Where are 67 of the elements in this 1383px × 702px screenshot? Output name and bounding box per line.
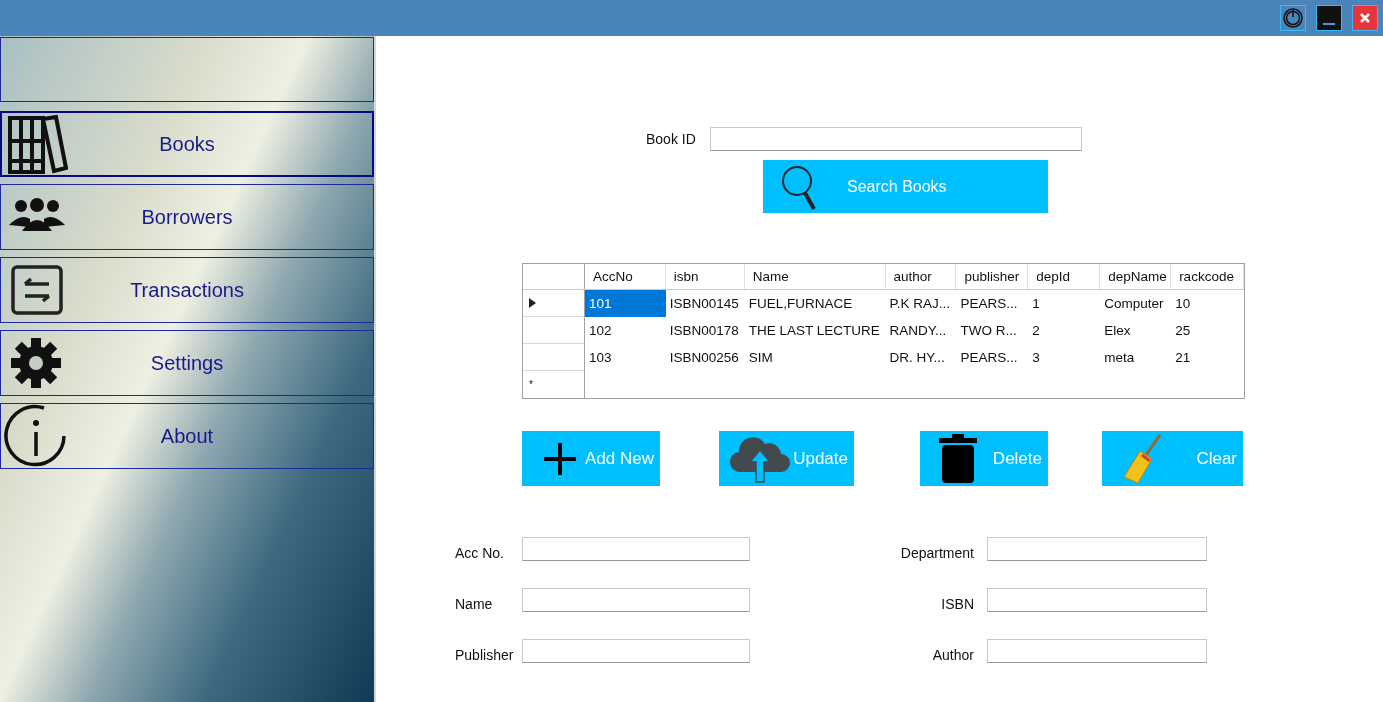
info-icon — [4, 404, 68, 468]
column-header[interactable]: author — [885, 264, 957, 289]
table-cell-text: FUEL,FURNACE — [747, 295, 854, 313]
table-cell-text: 1 — [1031, 295, 1041, 313]
books-icon — [6, 113, 68, 175]
text-field[interactable] — [987, 639, 1207, 663]
table-cell-text: TWO R... — [959, 322, 1018, 340]
table-cell-text: ISBN00178 — [668, 322, 740, 340]
close-icon — [1359, 12, 1371, 24]
new-row-marker: * — [529, 379, 533, 390]
nav-item[interactable]: Borrowers — [0, 184, 374, 250]
table-cell-text: P.K RAJ... — [888, 295, 952, 313]
minimize-button[interactable] — [1316, 5, 1342, 31]
table-cell-text: ISBN00256 — [668, 349, 740, 367]
table-cell-text: 2 — [1031, 322, 1041, 340]
table-cell-text: 25 — [1174, 322, 1192, 340]
nav-item[interactable]: Settings — [0, 330, 374, 396]
column-header[interactable]: depId — [1028, 264, 1101, 289]
minimize-icon — [1323, 23, 1335, 25]
plus-icon — [542, 440, 578, 477]
row-header[interactable]: * — [523, 371, 585, 398]
column-header[interactable]: publisher — [956, 264, 1029, 289]
text-field[interactable] — [987, 537, 1207, 561]
table-cell-text: PEARS... — [959, 295, 1019, 313]
column-header[interactable]: AccNo — [584, 264, 666, 289]
field-label: ISBN — [940, 596, 974, 612]
text-field[interactable] — [987, 588, 1207, 612]
table-cell-text: SIM — [747, 349, 774, 367]
nav-item[interactable]: Books — [0, 111, 374, 177]
power-button[interactable] — [1280, 5, 1306, 31]
field-label: Publisher — [455, 647, 515, 663]
table-cell-text: PEARS... — [959, 349, 1019, 367]
table-cell-text: 102 — [587, 322, 613, 340]
book-id-field[interactable] — [709, 127, 1082, 151]
nav-item[interactable]: About — [0, 403, 374, 469]
column-header[interactable]: rackcode — [1171, 264, 1245, 289]
table-cell-text: 10 — [1174, 295, 1192, 313]
table-cell-text: meta — [1103, 349, 1136, 367]
table-cell-text: 21 — [1174, 349, 1192, 367]
table-cell-text: Elex — [1103, 322, 1132, 340]
nav-item[interactable]: Transactions — [0, 257, 374, 323]
table-cell-text: RANDY... — [888, 322, 948, 340]
text-field[interactable] — [522, 537, 750, 561]
row-header[interactable] — [523, 290, 585, 317]
settings-icon — [10, 337, 62, 389]
text-field[interactable] — [522, 639, 750, 663]
field-label: Acc No. — [455, 545, 505, 561]
field-label: Name — [455, 596, 494, 612]
table-cell-text: 103 — [587, 349, 613, 367]
text-field[interactable] — [522, 588, 750, 612]
table-cell-text: Computer — [1103, 295, 1165, 313]
table-cell-text: ISBN00145 — [668, 295, 740, 313]
trash-icon — [938, 433, 978, 484]
column-header[interactable]: depName — [1100, 264, 1172, 289]
field-label: Department — [899, 545, 974, 561]
column-header[interactable]: Name — [744, 264, 886, 289]
table-cell: 101 — [584, 290, 666, 317]
table-cell-text: 3 — [1031, 349, 1041, 367]
current-row-icon — [529, 298, 536, 308]
column-header[interactable]: isbn — [665, 264, 745, 289]
close-button[interactable] — [1352, 5, 1378, 31]
power-icon — [1282, 7, 1304, 29]
field-label: Author — [931, 647, 974, 663]
table-cell-text: THE LAST LECTURE — [747, 322, 881, 340]
transfer-icon — [11, 265, 63, 315]
table-cell-text: DR. HY... — [888, 349, 946, 367]
book-id-label: Book ID — [646, 131, 696, 147]
